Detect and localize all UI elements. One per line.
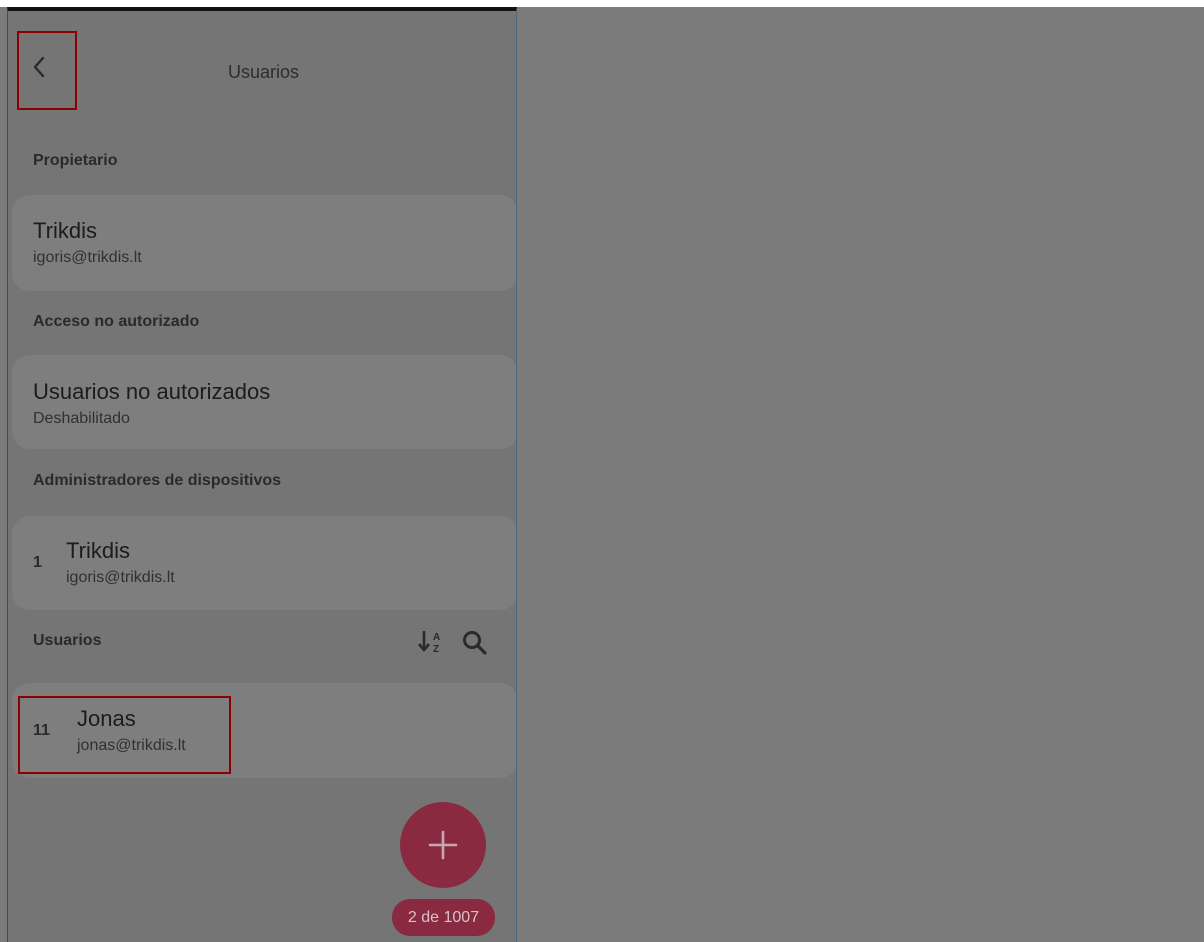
admin-list-item[interactable]: 1 Trikdis igoris@trikdis.lt bbox=[12, 516, 516, 610]
owner-name: Trikdis bbox=[33, 218, 97, 243]
back-button[interactable] bbox=[17, 31, 77, 110]
admin-name: Trikdis bbox=[66, 538, 130, 563]
page-title: Usuarios bbox=[228, 62, 300, 82]
chevron-left-icon bbox=[33, 56, 45, 78]
search-icon[interactable] bbox=[461, 629, 489, 657]
users-panel: Usuarios Propietario Trikdis igoris@trik… bbox=[7, 7, 517, 942]
section-label-unauthorized: Acceso no autorizado bbox=[33, 313, 200, 330]
admin-number: 1 bbox=[33, 554, 42, 571]
svg-text:Z: Z bbox=[433, 644, 439, 655]
unauthorized-users-card[interactable]: Usuarios no autorizados Deshabilitado bbox=[12, 355, 516, 449]
section-label-owner: Propietario bbox=[33, 152, 118, 169]
sort-alpha-icon[interactable]: A Z bbox=[417, 627, 447, 657]
plus-icon bbox=[428, 830, 458, 860]
unauthorized-status: Deshabilitado bbox=[33, 410, 130, 427]
add-user-button[interactable] bbox=[400, 802, 486, 888]
admin-email: igoris@trikdis.lt bbox=[66, 569, 175, 586]
users-counter-badge: 2 de 1007 bbox=[392, 899, 495, 936]
user-highlight-box bbox=[18, 696, 231, 774]
section-label-admins: Administradores de dispositivos bbox=[33, 472, 282, 489]
svg-text:A: A bbox=[433, 632, 440, 643]
window-top-strip bbox=[0, 0, 1204, 7]
section-label-users: Usuarios bbox=[33, 632, 102, 649]
owner-card[interactable]: Trikdis igoris@trikdis.lt bbox=[12, 195, 516, 291]
unauthorized-title: Usuarios no autorizados bbox=[33, 379, 271, 404]
owner-email: igoris@trikdis.lt bbox=[33, 249, 142, 266]
